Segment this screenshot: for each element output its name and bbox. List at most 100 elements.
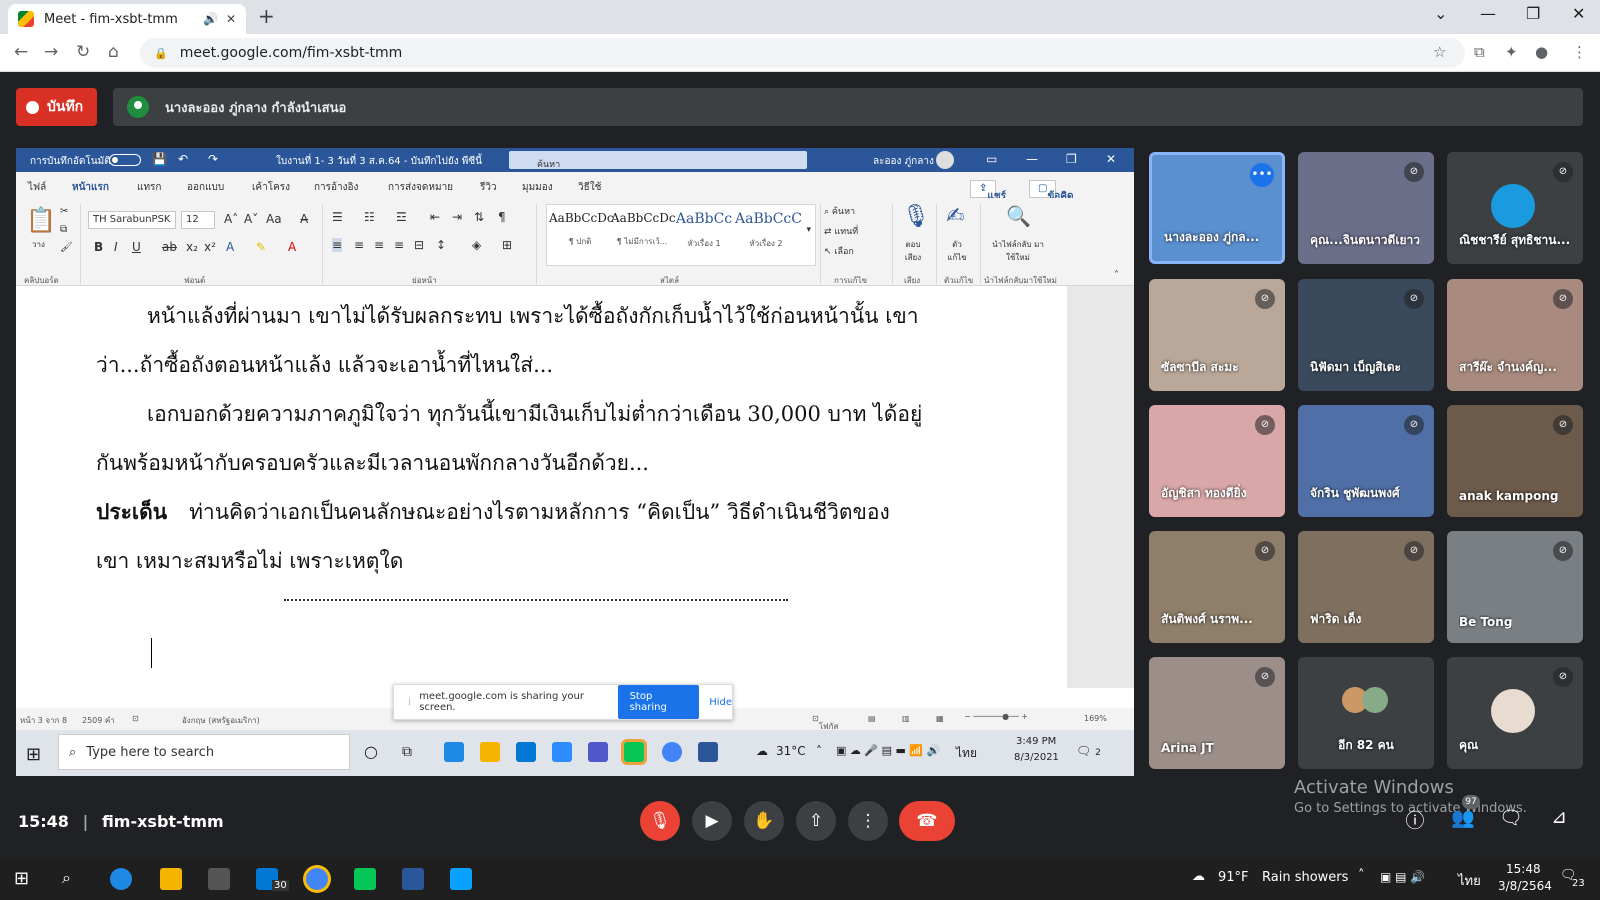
text-effects-icon[interactable]: A	[226, 240, 234, 254]
menu-file[interactable]: ไฟล์	[28, 180, 46, 195]
file-explorer-icon[interactable]	[480, 742, 500, 762]
line-spacing-icon[interactable]: ↕	[436, 238, 446, 252]
justify-icon[interactable]: ≡	[394, 238, 404, 252]
hide-button[interactable]: Hide	[709, 697, 732, 708]
copy-icon[interactable]: ⧉	[60, 224, 67, 235]
grow-font-icon[interactable]: A˄	[224, 212, 238, 226]
word-share-button[interactable]: ⇪ แชร์	[970, 180, 1006, 202]
weather-temp[interactable]: 91°F	[1218, 870, 1249, 885]
shading-icon[interactable]: ◈	[472, 238, 481, 252]
close-tab-icon[interactable]: ✕	[226, 12, 236, 26]
font-size-box[interactable]: 12	[181, 211, 215, 229]
windows-start-icon[interactable]: ⊞	[14, 868, 29, 889]
style-heading-2[interactable]: AaBbCcC หัวเรื่อง 2	[735, 211, 802, 250]
reuse-files-icon[interactable]: 🔍	[1006, 204, 1031, 228]
dictate-icon[interactable]: 🎙	[902, 204, 930, 229]
end-call-button[interactable]: ☎	[899, 801, 955, 841]
line-icon[interactable]	[354, 868, 376, 890]
document-title[interactable]: ใบงานที่ 1- 3 วันที่ 3 ส.ค.64 - บันทึกไป…	[276, 154, 482, 169]
participant-tile[interactable]: ⊘ ซัลซาบีล สะมะ	[1149, 279, 1285, 391]
focus-button[interactable]: ⊡ โฟกัส	[812, 714, 838, 731]
font-name-box[interactable]: TH SarabunPSK	[88, 211, 176, 229]
strikethrough-icon[interactable]: ab	[162, 240, 177, 254]
sort-icon[interactable]: ⇅	[474, 210, 484, 224]
tray-icons[interactable]: ▣ ☁ 🎤 ▤ ▬ 📶 🔊	[836, 744, 940, 757]
windows-start-icon[interactable]: ⊞	[26, 744, 41, 765]
chat-icon[interactable]: 🗨	[1496, 806, 1526, 836]
redo-icon[interactable]: ↷	[208, 152, 218, 166]
windows-search-box[interactable]: ⌕ Type here to search	[58, 734, 350, 770]
document-page[interactable]: หน้าแล้งที่ผ่านมา เขาไม่ได้รับผลกระทบ เพ…	[16, 286, 1134, 688]
bold-icon[interactable]: B	[94, 240, 103, 254]
tray-chevron-icon[interactable]: ˄	[816, 744, 822, 758]
italic-icon[interactable]: I	[114, 240, 118, 254]
store-icon[interactable]	[208, 868, 230, 890]
translate-icon[interactable]: ⧉	[1474, 43, 1485, 61]
file-explorer-icon[interactable]	[160, 868, 182, 890]
more-options-button[interactable]: ⋮	[848, 801, 888, 841]
word-close-icon[interactable]: ✕	[1106, 152, 1116, 166]
os-time[interactable]: 15:48	[1506, 862, 1541, 876]
minimize-icon[interactable]: —	[1480, 4, 1496, 23]
camera-button[interactable]: ▶	[692, 801, 732, 841]
participant-tile[interactable]: ⊘ ณิชชารีย์ สุทธิชาน...	[1447, 152, 1583, 264]
word-restore-icon[interactable]: ❐	[1066, 152, 1077, 166]
font-color-icon[interactable]: A	[288, 240, 296, 254]
participant-tile[interactable]: ⊘ จักริน ชูพัฒนพงศ์	[1298, 405, 1434, 517]
close-window-icon[interactable]: ✕	[1572, 4, 1585, 23]
participant-tile[interactable]: ⊘ นิฟัดมา เบ็ญสิเดะ	[1298, 279, 1434, 391]
menu-view[interactable]: มุมมอง	[522, 180, 553, 195]
inner-notification-icon[interactable]: 🗨 2	[1076, 744, 1101, 758]
bullets-icon[interactable]: ☰	[332, 210, 343, 224]
show-marks-icon[interactable]: ¶	[498, 210, 506, 224]
undo-icon[interactable]: ↶	[178, 152, 188, 166]
numbering-icon[interactable]: ☷	[364, 210, 375, 224]
style-no-spacing[interactable]: AaBbCcDc ¶ ไม่มีการเว้...	[611, 211, 676, 248]
decrease-indent-icon[interactable]: ⇤	[430, 210, 440, 224]
status-page[interactable]: หน้า 3 จาก 8	[20, 714, 67, 727]
os-date[interactable]: 3/8/2564	[1498, 879, 1552, 893]
style-heading-1[interactable]: AaBbCc หัวเรื่อง 1	[673, 211, 735, 250]
menu-references[interactable]: การอ้างอิง	[314, 180, 358, 195]
menu-review[interactable]: รีวิว	[480, 180, 497, 195]
menu-layout[interactable]: เค้าโครง	[252, 180, 290, 195]
teams-icon[interactable]	[588, 742, 608, 762]
line-icon[interactable]	[621, 739, 647, 765]
underline-icon[interactable]: U	[132, 240, 141, 254]
participant-tile[interactable]: ⊘ สันติพงศ์ นราพ...	[1149, 531, 1285, 643]
superscript-icon[interactable]: x²	[204, 240, 216, 254]
menu-design[interactable]: ออกแบบ	[187, 180, 224, 195]
mail-icon[interactable]	[516, 742, 536, 762]
styles-more-icon[interactable]: ▾	[806, 225, 811, 235]
activities-icon[interactable]: ⊿	[1544, 806, 1574, 836]
browser-tab[interactable]: Meet - fim-xsbt-tmm 🔊 ✕	[8, 4, 246, 34]
mic-off-button[interactable]: 🎙	[640, 801, 680, 841]
ribbon-display-icon[interactable]: ▭	[986, 152, 997, 166]
url-omnibox[interactable]: 🔒 meet.google.com/fim-xsbt-tmm	[140, 38, 1465, 68]
print-layout-icon[interactable]: ▥	[902, 714, 910, 723]
inner-temp[interactable]: 31°C	[776, 744, 806, 758]
status-words[interactable]: 2509 คำ	[82, 714, 115, 727]
zoom-icon[interactable]	[552, 742, 572, 762]
word-icon[interactable]	[698, 742, 718, 762]
drag-handle-icon[interactable]: ⁞	[408, 697, 411, 708]
paste-icon[interactable]: 📋	[26, 206, 56, 234]
align-left-icon[interactable]: ≡	[332, 238, 343, 252]
participant-tile[interactable]: ⊘ คุณ...จินตนาวดีเยาว	[1298, 152, 1434, 264]
app-icon[interactable]	[450, 868, 472, 890]
participant-tile[interactable]: ⊘ Be Tong	[1447, 531, 1583, 643]
shrink-font-icon[interactable]: A˅	[244, 212, 258, 226]
subscript-icon[interactable]: x₂	[186, 240, 198, 254]
weather-icon[interactable]: ☁	[1192, 869, 1205, 884]
status-language[interactable]: อังกฤษ (สหรัฐอเมริกา)	[182, 714, 260, 727]
os-lang[interactable]: ไทย	[1458, 870, 1481, 891]
chrome-icon[interactable]	[662, 742, 682, 762]
self-tile[interactable]: ⊘ คุณ	[1447, 657, 1583, 769]
proofing-icon[interactable]: ⊡	[132, 714, 139, 723]
style-normal[interactable]: AaBbCcDc ¶ ปกติ	[549, 211, 614, 248]
distributed-icon[interactable]: ⊟	[414, 238, 424, 252]
edge-icon[interactable]	[444, 742, 464, 762]
multilevel-icon[interactable]: ☲	[396, 210, 407, 224]
participant-tile[interactable]: ••• นางละออง ภู่กล...	[1149, 152, 1285, 264]
collapse-ribbon-icon[interactable]: ˄	[1114, 270, 1119, 281]
